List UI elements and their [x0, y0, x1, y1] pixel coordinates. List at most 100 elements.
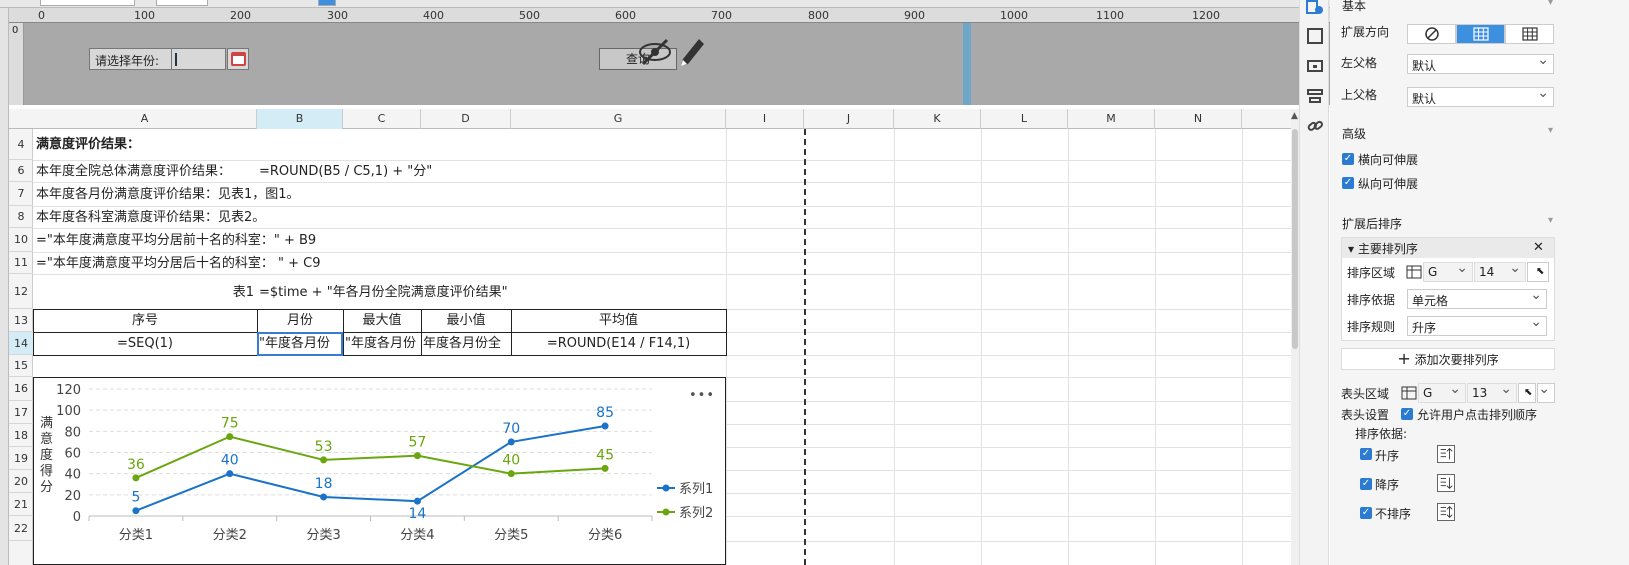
header-seq[interactable]: 序号 [33, 310, 257, 331]
row-header[interactable]: 17 [9, 401, 33, 424]
top-parent-select[interactable]: 默认 [1407, 85, 1554, 107]
row-header[interactable]: 22 [9, 516, 33, 541]
vertical-scrollbar[interactable]: ▲ [1291, 109, 1299, 565]
table-icon [1522, 27, 1538, 41]
column-header[interactable]: G [511, 109, 726, 129]
sort-rule-select[interactable]: 升序 [1407, 314, 1547, 336]
row-header[interactable]: 10 [9, 228, 33, 252]
column-header[interactable]: I [726, 109, 804, 129]
selected-cell-outline[interactable] [257, 332, 343, 356]
cell-property-icon[interactable] [1306, 0, 1324, 18]
row-header[interactable]: 15 [9, 355, 33, 377]
cell-d14[interactable]: 年度各月份全 [423, 333, 510, 354]
header-area-column[interactable]: G [1418, 381, 1466, 403]
toolbar-field[interactable] [156, 0, 208, 6]
column-header[interactable]: N [1155, 109, 1242, 129]
link-icon[interactable] [1306, 117, 1324, 135]
pane-splitter[interactable] [963, 23, 971, 105]
cell-a11[interactable]: ="本年度满意度平均分居后十名的科室： " + C9 [36, 253, 321, 274]
cell-a14[interactable]: =SEQ(1) [33, 333, 257, 354]
scroll-up-icon[interactable]: ▲ [1291, 111, 1298, 121]
no-sort-icon[interactable] [1437, 503, 1455, 521]
row-header[interactable]: 21 [9, 493, 33, 516]
row-header[interactable]: 7 [9, 182, 33, 206]
row-header[interactable]: 13 [9, 309, 33, 332]
v-stretch-checkbox[interactable]: ✓ [1342, 177, 1354, 189]
expand-vertical-button[interactable] [1505, 24, 1554, 44]
h-stretch-checkbox[interactable]: ✓ [1342, 153, 1354, 165]
expand-horizontal-button[interactable] [1456, 24, 1505, 44]
row-header[interactable]: 16 [9, 377, 33, 401]
desc-checkbox[interactable]: ✓ [1360, 478, 1372, 490]
section-basic[interactable]: 基本 [1342, 0, 1553, 14]
cell-b12[interactable]: =$time + "年各月份全院满意度评价结果" [259, 282, 508, 303]
sort-descending-icon[interactable] [1437, 474, 1455, 492]
hidden-eye-icon[interactable] [637, 37, 673, 67]
section-advanced[interactable]: 高级 [1342, 125, 1553, 142]
cell-a4[interactable]: 满意度评价结果： [36, 134, 140, 155]
expand-none-button[interactable] [1407, 24, 1456, 44]
chart-data-point [320, 493, 328, 501]
row-header[interactable]: 6 [9, 160, 33, 182]
toolbar-button[interactable] [318, 0, 336, 6]
header-min[interactable]: 最小值 [421, 310, 511, 331]
row-header[interactable]: 14 [9, 332, 33, 355]
sort-area-label: 排序区域 [1347, 266, 1396, 280]
line-chart[interactable]: 0 20 40 60 80 100 120 分类1 分类2 分类3 分类4 分类5 分类6 5 40 18 14… [33, 377, 726, 565]
pencil-icon[interactable] [677, 33, 707, 67]
scrollbar-thumb[interactable] [1292, 129, 1298, 349]
asc-checkbox[interactable]: ✓ [1360, 448, 1372, 460]
cell-picker-button[interactable]: ⬉ [1518, 383, 1536, 403]
column-header[interactable]: B [257, 109, 343, 129]
widget-icon[interactable] [1306, 57, 1324, 75]
sort-by-select[interactable]: 单元格 [1407, 287, 1547, 309]
date-picker-button[interactable] [227, 48, 249, 70]
allow-user-sort-checkbox[interactable]: ✓ [1401, 408, 1413, 420]
close-icon[interactable]: ✕ [1533, 240, 1544, 255]
left-parent-select[interactable]: 默认 [1407, 52, 1554, 74]
sort-ascending-icon[interactable] [1437, 445, 1455, 463]
row-header[interactable]: 12 [9, 274, 33, 309]
add-secondary-sort-button[interactable]: + 添加次要排列序 [1341, 348, 1555, 370]
cell-a10[interactable]: ="本年度满意度平均分居前十名的科室：" + B9 [36, 230, 316, 251]
toolbar-field[interactable] [40, 0, 135, 6]
format-icon[interactable] [1306, 87, 1324, 105]
no-sort-checkbox[interactable]: ✓ [1360, 507, 1372, 519]
cell-a12[interactable]: 表1 [36, 282, 254, 303]
cell-a6[interactable]: 本年度全院总体满意度评价结果： [36, 161, 231, 182]
header-max[interactable]: 最大值 [343, 310, 421, 331]
column-header[interactable]: L [981, 109, 1068, 129]
cell-picker-button[interactable]: ⬉ [1527, 262, 1549, 282]
row-header[interactable]: 19 [9, 447, 33, 470]
cell-b6[interactable]: =ROUND(B5 / C5,1) + "分" [259, 161, 432, 182]
header-month[interactable]: 月份 [257, 310, 343, 331]
column-header[interactable]: J [804, 109, 894, 129]
chart-ytick-label: 60 [64, 447, 81, 462]
column-header[interactable]: C [343, 109, 421, 129]
cell-a7[interactable]: 本年度各月份满意度评价结果：见表1，图1。 [36, 184, 300, 205]
row-header[interactable]: 4 [9, 129, 33, 160]
pointer-icon: ⬉ [1524, 387, 1533, 398]
year-input[interactable] [171, 48, 226, 70]
column-header[interactable]: A [33, 109, 257, 129]
column-header[interactable]: D [421, 109, 511, 129]
column-header[interactable]: M [1068, 109, 1155, 129]
header-avg[interactable]: 平均值 [511, 310, 726, 331]
row-header[interactable]: 18 [9, 424, 33, 447]
cell-g14[interactable]: =ROUND(E14 / F14,1) [511, 333, 726, 354]
header-area-row[interactable]: 13 [1467, 381, 1517, 403]
h-stretch-label: 横向可伸展 [1358, 153, 1419, 167]
column-header[interactable]: K [894, 109, 981, 129]
section-sort[interactable]: 扩展后排序 [1342, 215, 1553, 232]
header-area-dropdown[interactable] [1537, 381, 1555, 403]
row-header[interactable]: 8 [9, 206, 33, 228]
cell-c14[interactable]: "年度各月份 [345, 333, 420, 354]
chart-menu-icon[interactable]: ••• [689, 388, 715, 403]
sort-area-row[interactable]: 14 [1474, 260, 1526, 282]
cell-a8[interactable]: 本年度各科室满意度评价结果：见表2。 [36, 207, 265, 228]
row-header[interactable]: 20 [9, 470, 33, 493]
row-header[interactable]: 11 [9, 252, 33, 274]
chart-legend-label: 系列2 [679, 506, 713, 521]
cell-element-icon[interactable] [1306, 27, 1324, 45]
sort-area-column[interactable]: G [1423, 260, 1473, 282]
